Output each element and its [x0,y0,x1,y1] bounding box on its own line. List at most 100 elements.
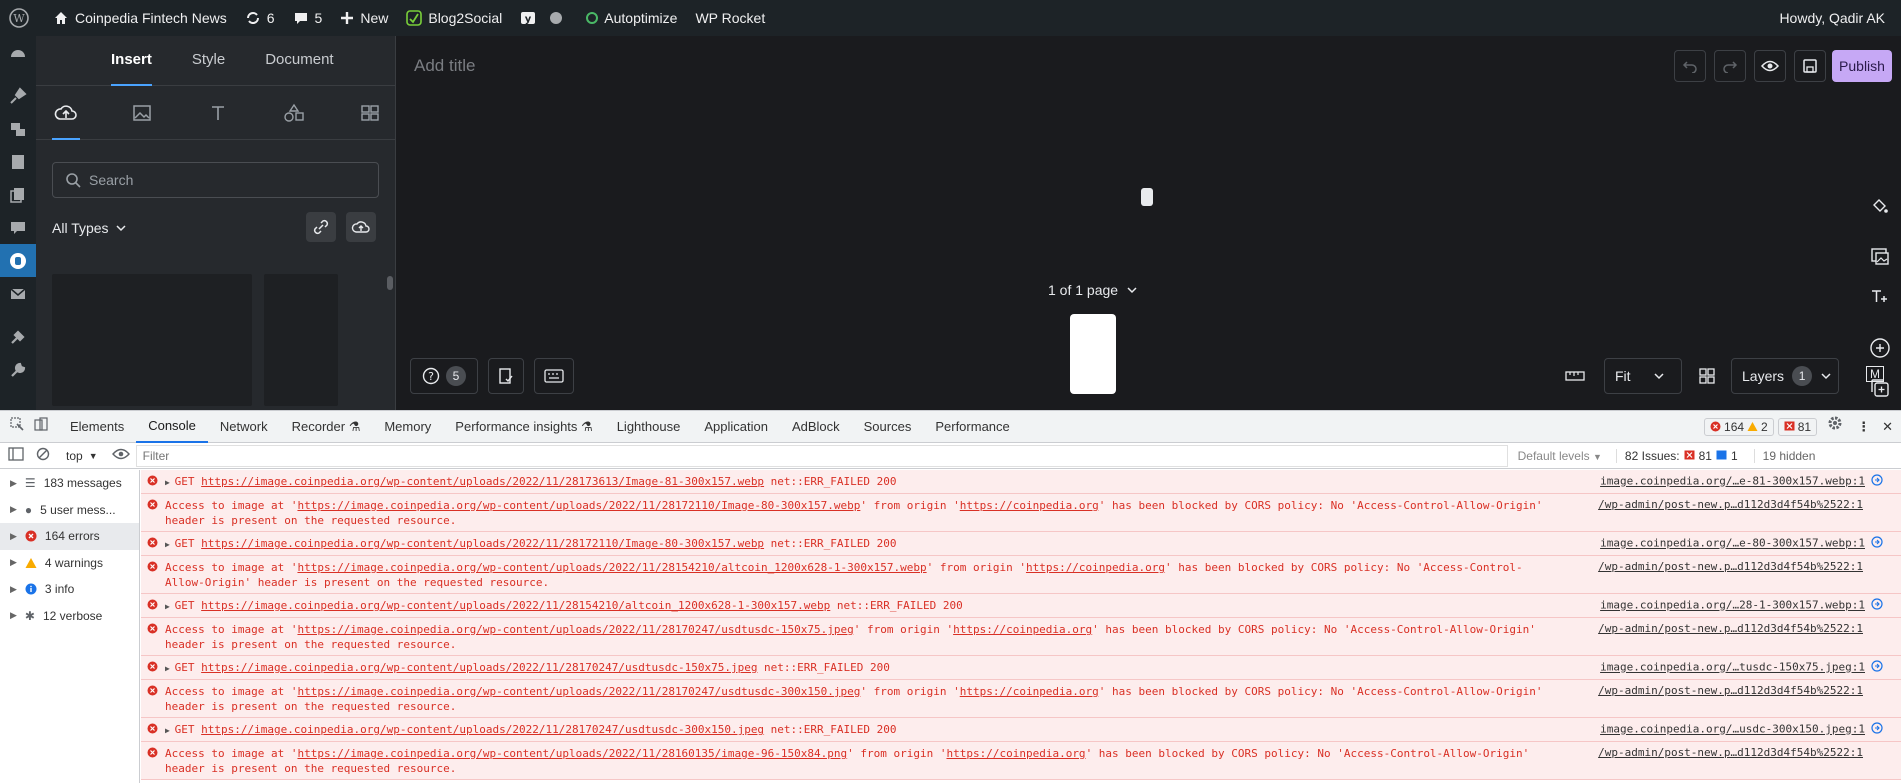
reveal-in-network-icon[interactable] [1871,722,1883,737]
expand-arrow-icon[interactable]: ▶ [165,540,175,549]
tab-recorder[interactable]: Recorder ⚗ [280,411,373,443]
editor-menu-icon[interactable] [0,244,36,277]
tab-style[interactable]: Style [192,36,225,86]
settings-gear-icon[interactable] [1821,411,1849,443]
filter-field[interactable] [135,444,1508,467]
filter-input[interactable] [142,448,1143,463]
origin-link[interactable]: https://coinpedia.org [960,499,1099,512]
mail-menu-icon[interactable] [0,277,36,310]
tools-menu-icon[interactable] [0,353,36,386]
tab-insert[interactable]: Insert [111,36,152,86]
log-row[interactable]: Access to image at 'https://image.coinpe… [141,494,1901,532]
tab-elements[interactable]: Elements [58,411,136,443]
source-link[interactable]: image.coinpedia.org/…e-80-300x157.webp:1 [1600,536,1883,551]
sidebar-toggle-icon[interactable] [8,447,24,464]
paint-bucket-icon[interactable] [1859,186,1901,226]
insert-link-button[interactable] [306,212,336,242]
request-url-link[interactable]: https://image.coinpedia.org/wp-content/u… [297,561,926,574]
zoom-fit-select[interactable]: Fit [1604,358,1682,394]
issues-count-button[interactable]: 81 [1777,417,1818,436]
help-button[interactable]: ? 5 [410,358,478,394]
log-row[interactable]: ▶ GET https://image.coinpedia.org/wp-con… [141,656,1901,680]
request-url-link[interactable]: https://image.coinpedia.org/wp-content/u… [297,623,853,636]
grid-view-button[interactable] [1692,358,1722,394]
page-thumbnail[interactable] [1070,314,1116,394]
source-link[interactable]: /wp-admin/post-new.p…d112d3d4f54b%2522:1 [1598,560,1863,573]
tab-memory[interactable]: Memory [372,411,443,443]
request-url-link[interactable]: https://image.coinpedia.org/wp-content/u… [297,685,860,698]
layers-dropdown[interactable]: Layers 1 [1731,358,1839,394]
expand-arrow-icon[interactable]: ▶ [165,478,175,487]
source-link[interactable]: image.coinpedia.org/…usdc-300x150.jpeg:1 [1600,722,1883,737]
save-draft-button[interactable] [1794,50,1826,82]
sidebar-item-messages[interactable]: ▶ ☰ 183 messages [0,470,139,497]
media-thumbnail[interactable] [264,274,338,406]
sidebar-item-user-messages[interactable]: ▶ ● 5 user mess... [0,497,139,524]
keyboard-shortcuts-button[interactable] [534,358,574,394]
origin-link[interactable]: https://coinpedia.org [946,747,1085,760]
request-url-link[interactable]: https://image.coinpedia.org/wp-content/u… [201,661,757,674]
source-link[interactable]: /wp-admin/post-new.p…d112d3d4f54b%2522:1 [1598,684,1863,697]
request-url-link[interactable]: https://image.coinpedia.org/wp-content/u… [297,747,847,760]
tab-console[interactable]: Console [136,411,208,443]
updates-link[interactable]: 6 [236,0,284,36]
expand-arrow-icon[interactable]: ▶ [165,602,175,611]
upload-button[interactable] [346,212,376,242]
close-icon[interactable]: ✕ [1878,411,1893,443]
panel-scrollbar[interactable] [387,276,393,290]
tab-performance-insights[interactable]: Performance insights ⚗ [443,411,604,443]
wprocket-link[interactable]: WP Rocket [686,0,774,36]
clear-console-icon[interactable] [36,447,50,464]
sidebar-item-errors[interactable]: ▶ 164 errors [0,523,139,550]
media-menu-icon[interactable] [0,112,36,145]
components-icon[interactable] [356,86,384,140]
dashboard-menu-icon[interactable] [0,36,36,69]
image-icon[interactable] [128,86,156,140]
source-link[interactable]: /wp-admin/post-new.p…d112d3d4f54b%2522:1 [1598,498,1863,511]
reveal-in-network-icon[interactable] [1871,474,1883,489]
sidebar-item-info[interactable]: ▶ 3 info [0,576,139,603]
account-link[interactable]: Howdy, Qadir AK [1770,0,1901,36]
default-levels-dropdown[interactable]: Default levels ▼ [1518,449,1602,463]
log-row[interactable]: ▶ GET https://image.coinpedia.org/wp-con… [141,470,1901,494]
issues-summary[interactable]: 82 Issues: 81 1 [1615,448,1738,463]
inspect-element-icon[interactable] [0,411,30,443]
comments-menu-icon[interactable] [0,211,36,244]
source-link[interactable]: image.coinpedia.org/…28-1-300x157.webp:1 [1600,598,1883,613]
sidebar-item-verbose[interactable]: ▶ ✱ 12 verbose [0,603,139,630]
add-title-field[interactable]: Add title [414,56,475,76]
tab-adblock[interactable]: AdBlock [780,411,852,443]
undo-button[interactable] [1674,50,1706,82]
reveal-in-network-icon[interactable] [1871,660,1883,675]
autoptimize-link[interactable]: Autoptimize [577,0,686,36]
tab-network[interactable]: Network [208,411,280,443]
appearance-menu-icon[interactable] [0,320,36,353]
expand-arrow-icon[interactable]: ▶ [165,726,175,735]
checklist-button[interactable] [488,358,524,394]
log-row[interactable]: Access to image at 'https://image.coinpe… [141,556,1901,594]
tab-sources[interactable]: Sources [852,411,924,443]
reveal-in-network-icon[interactable] [1871,536,1883,551]
device-toolbar-icon[interactable] [30,411,58,443]
page-selector[interactable]: 1 of 1 page [1048,282,1138,298]
context-selector[interactable]: top ▼ [66,449,98,463]
request-url-link[interactable]: https://image.coinpedia.org/wp-content/u… [201,475,764,488]
log-row[interactable]: Access to image at 'https://image.coinpe… [141,742,1901,780]
blog2social-link[interactable]: Blog2Social [397,0,511,36]
preview-button[interactable] [1754,50,1786,82]
add-page-icon[interactable] [1859,328,1901,368]
redo-button[interactable] [1714,50,1746,82]
origin-link[interactable]: https://coinpedia.org [953,623,1092,636]
pages-menu-icon[interactable] [0,145,36,178]
new-content-link[interactable]: New [331,0,397,36]
all-types-dropdown[interactable]: All Types [52,220,127,236]
tab-lighthouse[interactable]: Lighthouse [605,411,693,443]
log-row[interactable]: ▶ GET https://image.coinpedia.org/wp-con… [141,594,1901,618]
source-link[interactable]: /wp-admin/post-new.p…d112d3d4f54b%2522:1 [1598,746,1863,759]
upload-cloud-icon[interactable] [52,86,80,140]
media-search-field[interactable] [52,162,379,198]
copy-menu-icon[interactable] [0,178,36,211]
log-row[interactable]: Access to image at 'https://image.coinpe… [141,680,1901,718]
request-url-link[interactable]: https://image.coinpedia.org/wp-content/u… [297,499,860,512]
more-options-icon[interactable]: ⋮ [1853,411,1874,443]
